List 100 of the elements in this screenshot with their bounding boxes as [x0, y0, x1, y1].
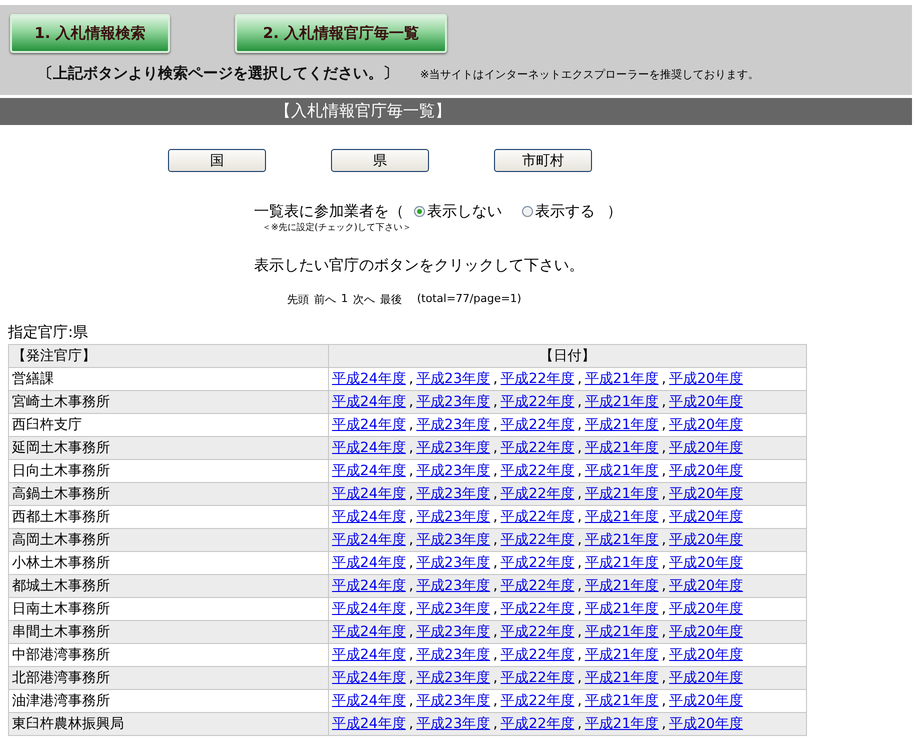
- year-link[interactable]: 平成23年度: [416, 463, 490, 479]
- year-link[interactable]: 平成21年度: [584, 463, 659, 479]
- radio-button[interactable]: [522, 206, 533, 217]
- category-button[interactable]: 県: [331, 149, 429, 172]
- year-link[interactable]: 平成20年度: [669, 647, 743, 663]
- year-link[interactable]: 平成24年度: [332, 532, 406, 548]
- year-link[interactable]: 平成22年度: [500, 440, 574, 456]
- year-link[interactable]: 平成22年度: [500, 417, 574, 433]
- year-link[interactable]: 平成21年度: [584, 624, 659, 640]
- year-link[interactable]: 平成23年度: [416, 486, 490, 502]
- year-link[interactable]: 平成24年度: [332, 624, 406, 640]
- year-link[interactable]: 平成20年度: [669, 371, 743, 387]
- year-link[interactable]: 平成21年度: [584, 693, 659, 709]
- year-link[interactable]: 平成21年度: [584, 371, 659, 387]
- year-link[interactable]: 平成20年度: [669, 601, 743, 617]
- year-link[interactable]: 平成23年度: [416, 578, 490, 594]
- year-link[interactable]: 平成24年度: [332, 601, 406, 617]
- year-link[interactable]: 平成23年度: [416, 394, 490, 410]
- year-link[interactable]: 平成20年度: [669, 394, 743, 410]
- comma-separator: ,: [662, 578, 666, 594]
- year-link[interactable]: 平成22年度: [500, 555, 574, 571]
- year-link[interactable]: 平成20年度: [669, 578, 743, 594]
- year-link[interactable]: 平成21年度: [584, 670, 659, 686]
- year-link[interactable]: 平成21年度: [584, 647, 659, 663]
- year-link[interactable]: 平成20年度: [669, 670, 743, 686]
- year-link[interactable]: 平成24年度: [332, 371, 406, 387]
- year-link[interactable]: 平成24年度: [332, 463, 406, 479]
- year-link[interactable]: 平成22年度: [500, 509, 574, 525]
- year-link[interactable]: 平成21年度: [584, 394, 659, 410]
- year-link[interactable]: 平成20年度: [669, 532, 743, 548]
- year-link[interactable]: 平成23年度: [416, 670, 490, 686]
- year-link[interactable]: 平成22年度: [500, 371, 574, 387]
- year-link[interactable]: 平成24年度: [332, 716, 406, 732]
- year-link[interactable]: 平成24年度: [332, 578, 406, 594]
- year-link[interactable]: 平成20年度: [669, 555, 743, 571]
- year-link[interactable]: 平成21年度: [584, 417, 659, 433]
- pager-item[interactable]: 前へ: [314, 292, 336, 307]
- year-link[interactable]: 平成20年度: [669, 716, 743, 732]
- year-link[interactable]: 平成23年度: [416, 693, 490, 709]
- year-link[interactable]: 平成23年度: [416, 555, 490, 571]
- pager-item[interactable]: 先頭: [287, 292, 309, 307]
- year-link[interactable]: 平成23年度: [416, 417, 490, 433]
- comma-separator: ,: [493, 440, 498, 456]
- pager-item[interactable]: 最後: [380, 292, 402, 307]
- category-button[interactable]: 市町村: [494, 149, 592, 172]
- year-link[interactable]: 平成21年度: [584, 716, 659, 732]
- year-link[interactable]: 平成22年度: [500, 486, 574, 502]
- year-link[interactable]: 平成22年度: [500, 394, 574, 410]
- year-link[interactable]: 平成20年度: [669, 693, 743, 709]
- pager-item[interactable]: 次へ: [353, 292, 375, 307]
- year-link[interactable]: 平成21年度: [584, 601, 659, 617]
- year-link[interactable]: 平成22年度: [500, 647, 574, 663]
- year-link[interactable]: 平成23年度: [416, 532, 490, 548]
- agency-cell: 高鍋土木事務所: [8, 482, 328, 506]
- year-link[interactable]: 平成22年度: [500, 670, 574, 686]
- year-link[interactable]: 平成22年度: [500, 463, 574, 479]
- year-link[interactable]: 平成20年度: [669, 463, 743, 479]
- radio-button[interactable]: [414, 206, 425, 217]
- year-link[interactable]: 平成21年度: [584, 440, 659, 456]
- radio-label[interactable]: 表示しない: [427, 202, 502, 221]
- year-link[interactable]: 平成23年度: [416, 440, 490, 456]
- year-link[interactable]: 平成22年度: [500, 578, 574, 594]
- comma-separator: ,: [408, 647, 414, 663]
- year-link[interactable]: 平成22年度: [500, 601, 574, 617]
- radio-label[interactable]: 表示する: [535, 202, 595, 221]
- year-link[interactable]: 平成21年度: [584, 509, 659, 525]
- year-link[interactable]: 平成23年度: [416, 624, 490, 640]
- year-link[interactable]: 平成23年度: [416, 509, 490, 525]
- comma-separator: ,: [408, 463, 414, 479]
- year-link[interactable]: 平成20年度: [669, 417, 743, 433]
- year-link[interactable]: 平成23年度: [416, 716, 490, 732]
- year-link[interactable]: 平成23年度: [416, 647, 490, 663]
- year-link[interactable]: 平成24年度: [332, 693, 406, 709]
- year-link[interactable]: 平成22年度: [500, 532, 574, 548]
- year-link[interactable]: 平成20年度: [669, 440, 743, 456]
- nav-button[interactable]: 1. 入札情報検索: [10, 14, 170, 53]
- year-link[interactable]: 平成24年度: [332, 509, 406, 525]
- year-link[interactable]: 平成22年度: [500, 693, 574, 709]
- year-link[interactable]: 平成24年度: [332, 647, 406, 663]
- year-link[interactable]: 平成24年度: [332, 440, 406, 456]
- year-link[interactable]: 平成23年度: [416, 371, 490, 387]
- year-link[interactable]: 平成21年度: [584, 578, 659, 594]
- category-button[interactable]: 国: [168, 149, 266, 172]
- year-link[interactable]: 平成22年度: [500, 716, 574, 732]
- year-link[interactable]: 平成24年度: [332, 555, 406, 571]
- year-link[interactable]: 平成23年度: [416, 601, 490, 617]
- year-link[interactable]: 平成21年度: [584, 486, 659, 502]
- year-link[interactable]: 平成22年度: [500, 624, 574, 640]
- nav-button[interactable]: 2. 入札情報官庁毎一覧: [235, 14, 447, 53]
- year-link[interactable]: 平成20年度: [669, 624, 743, 640]
- pager-item[interactable]: 1: [341, 292, 348, 307]
- comma-separator: ,: [662, 555, 666, 571]
- year-link[interactable]: 平成24年度: [332, 486, 406, 502]
- year-link[interactable]: 平成20年度: [669, 509, 743, 525]
- year-link[interactable]: 平成24年度: [332, 670, 406, 686]
- year-link[interactable]: 平成24年度: [332, 417, 406, 433]
- year-link[interactable]: 平成21年度: [584, 555, 659, 571]
- year-link[interactable]: 平成24年度: [332, 394, 406, 410]
- year-link[interactable]: 平成20年度: [669, 486, 743, 502]
- year-link[interactable]: 平成21年度: [584, 532, 659, 548]
